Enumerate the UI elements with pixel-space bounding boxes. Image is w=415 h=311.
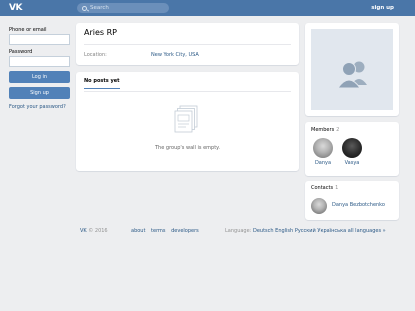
divider (84, 91, 291, 92)
language-deutsch[interactable]: Deutsch (253, 228, 274, 234)
contacts-card: Contacts 1 Danya Bezbotchenko (305, 181, 399, 220)
footer-link-developers[interactable]: developers (171, 228, 199, 234)
tab-no-posts[interactable]: No posts yet (84, 78, 120, 89)
wall-card: No posts yet The group's wall is empty. (76, 72, 299, 171)
member-danya[interactable]: Danya (311, 138, 335, 167)
search-input[interactable]: Search (77, 3, 169, 13)
phone-field[interactable] (9, 34, 70, 45)
phone-label: Phone or email (9, 27, 47, 33)
footer-links: about terms developers (131, 228, 199, 235)
members-card: Members 2 Danya Vasya (305, 122, 399, 176)
group-avatar[interactable] (311, 29, 393, 110)
location-link[interactable]: New York City, USA (151, 52, 199, 59)
login-form: Phone or email Password Log in Sign up F… (9, 27, 70, 111)
language-ukrainian[interactable]: Українська (317, 228, 346, 234)
vk-logo[interactable]: VK (9, 3, 23, 13)
contact-avatar[interactable] (311, 198, 327, 214)
members-title[interactable]: Members 2 (311, 127, 339, 134)
divider (84, 44, 291, 45)
signup-link[interactable]: sign up (371, 4, 394, 12)
group-avatar-card (305, 23, 399, 116)
contact-name-link[interactable]: Danya Bezbotchenko (332, 202, 385, 209)
group-info-card: Aries RP Location: New York City, USA (76, 23, 299, 65)
footer-copyright: VK © 2016 (80, 228, 108, 235)
language-english[interactable]: English (275, 228, 293, 234)
language-russian[interactable]: Русский (295, 228, 316, 234)
footer-brand-link[interactable]: VK (80, 228, 87, 234)
password-label: Password (9, 49, 33, 55)
language-label: Language: (225, 228, 252, 234)
empty-wall-text: The group's wall is empty. (155, 145, 220, 151)
search-icon (82, 5, 87, 11)
location-label: Location: (84, 52, 107, 58)
group-placeholder-icon (337, 61, 367, 89)
signup-button[interactable]: Sign up (9, 87, 70, 99)
footer-link-about[interactable]: about (131, 228, 145, 234)
member-avatar (313, 138, 333, 158)
search-placeholder: Search (90, 4, 109, 11)
language-all[interactable]: all languages » (348, 228, 386, 234)
page-title: Aries RP (84, 28, 117, 37)
empty-wall-icon (174, 105, 198, 133)
footer-link-terms[interactable]: terms (151, 228, 165, 234)
top-bar: VK Search sign up (0, 0, 415, 16)
member-name: Vasya (344, 160, 360, 166)
footer-year: © 2016 (88, 228, 108, 234)
member-avatar (342, 138, 362, 158)
forgot-password-link[interactable]: Forgot your password? (9, 104, 70, 111)
contacts-title[interactable]: Contacts 1 (311, 185, 338, 192)
password-field[interactable] (9, 56, 70, 67)
login-button[interactable]: Log in (9, 71, 70, 83)
footer-language: Language: Deutsch English Русский Україн… (225, 228, 386, 235)
member-name: Danya (314, 160, 332, 166)
member-vasya[interactable]: Vasya (340, 138, 364, 167)
